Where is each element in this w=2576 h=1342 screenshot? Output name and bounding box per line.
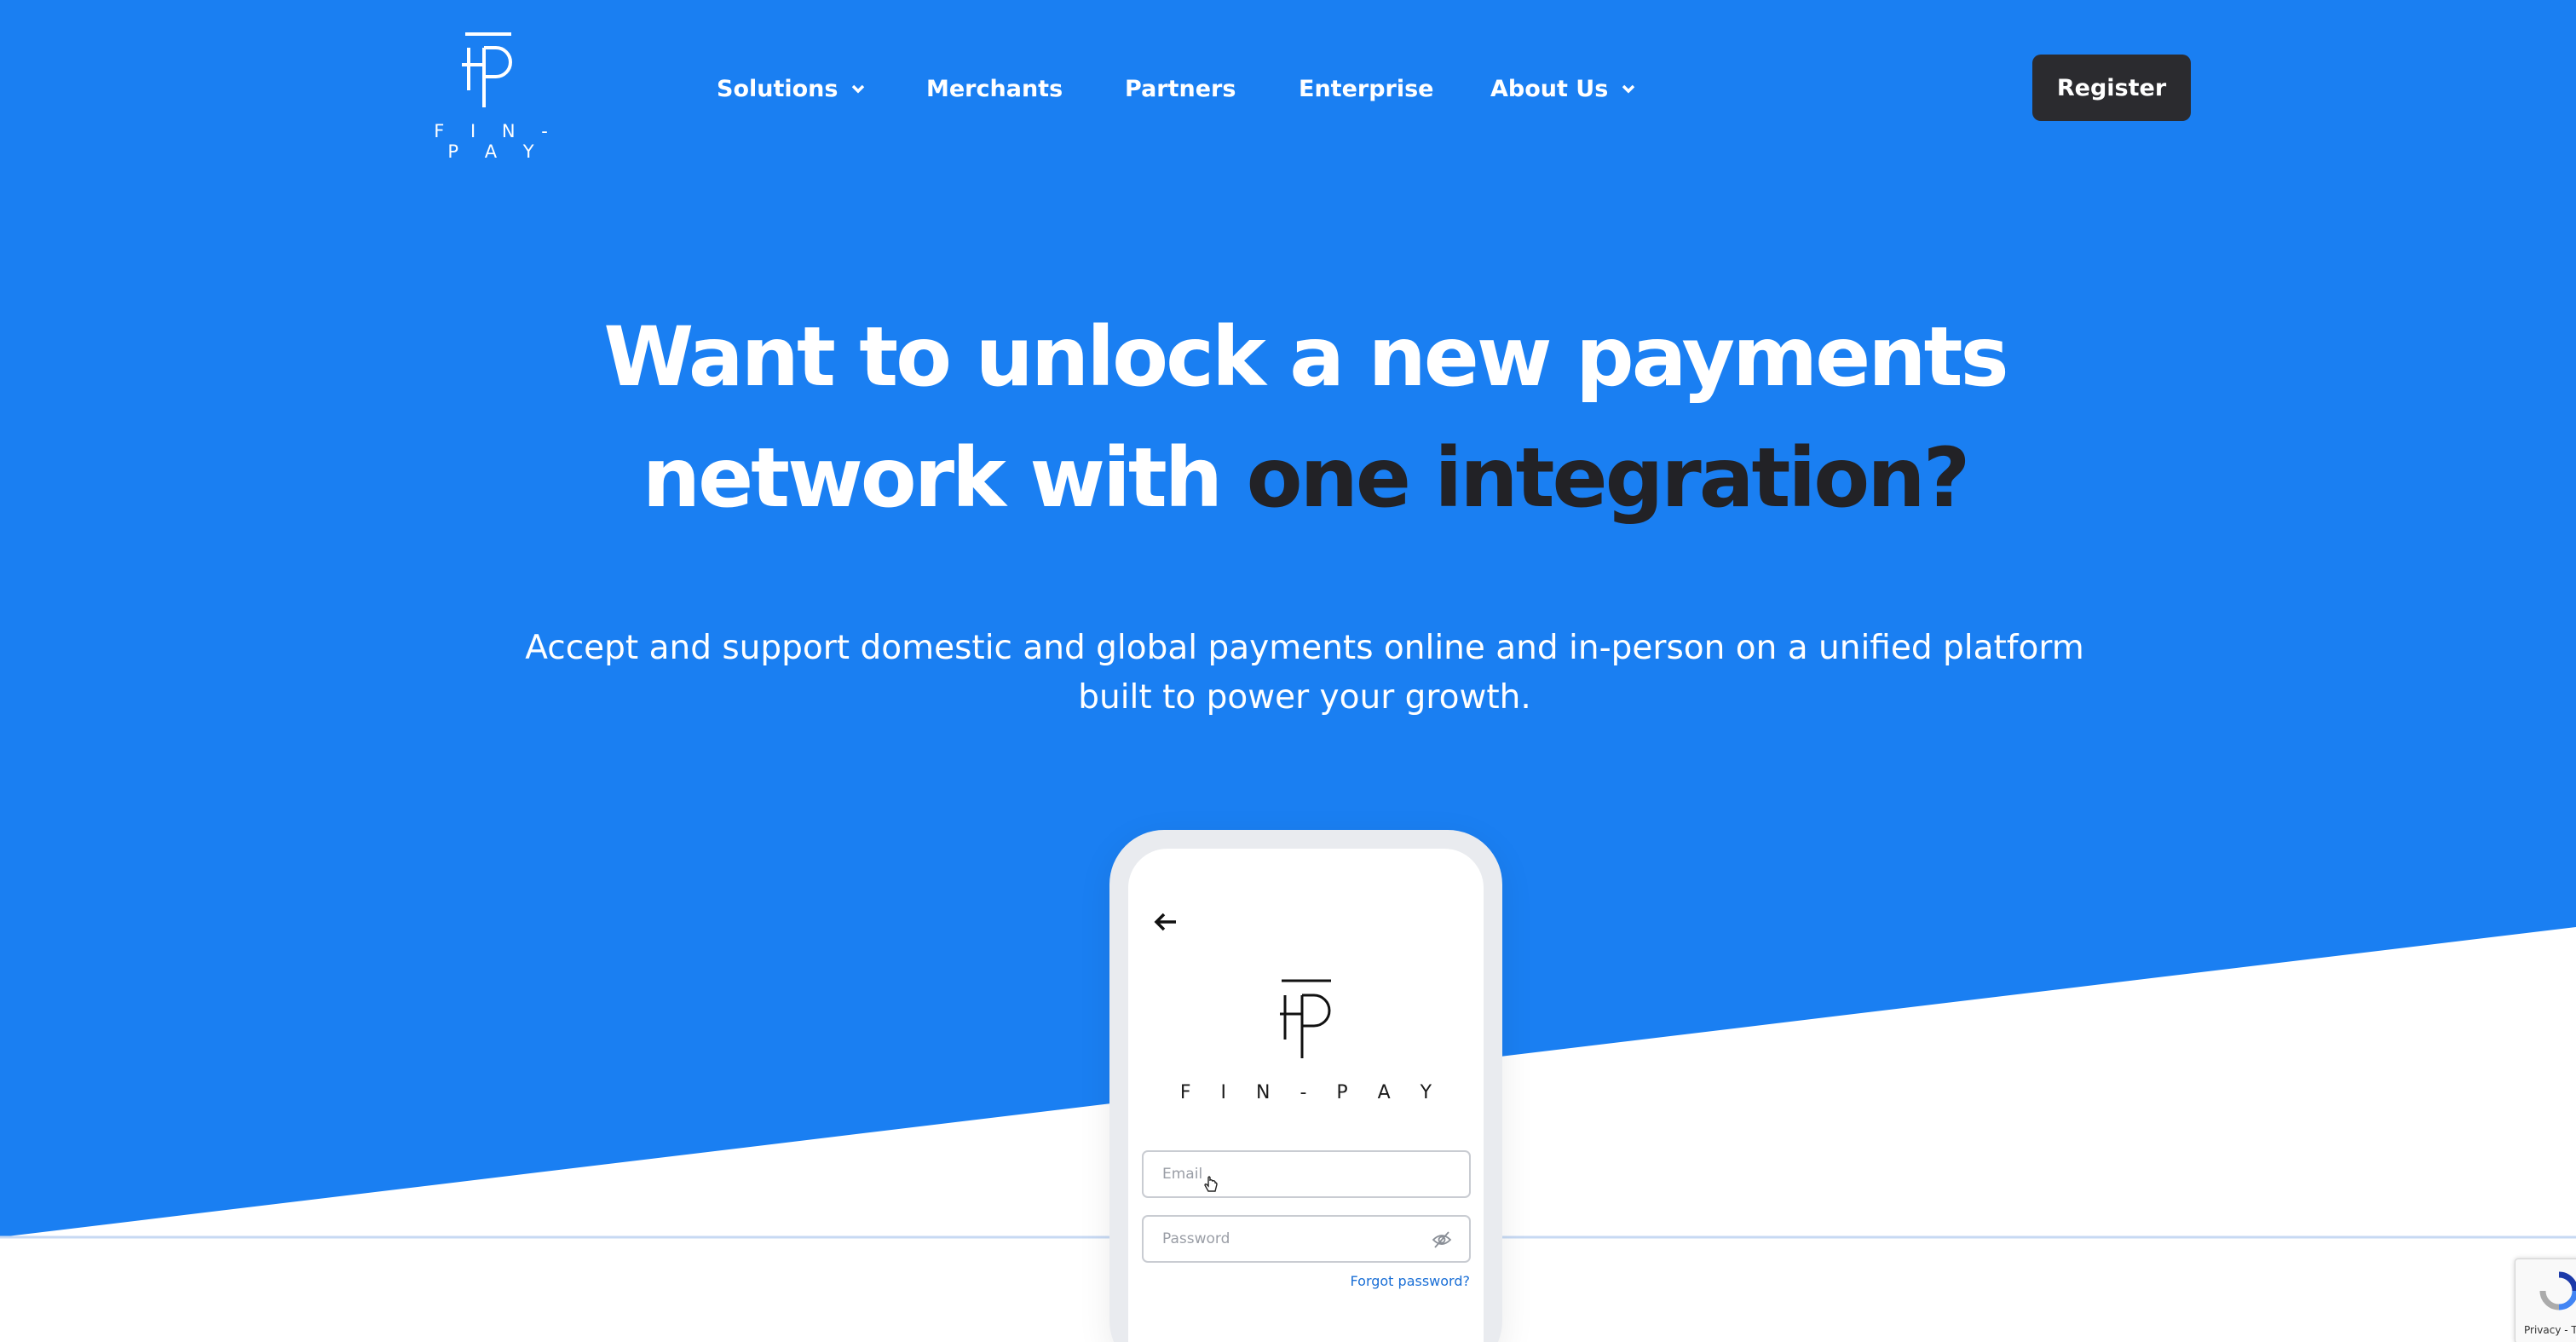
recaptcha-icon	[2539, 1271, 2576, 1310]
recaptcha-label[interactable]: Privacy - T	[2524, 1324, 2576, 1336]
nav-item-label: Solutions	[717, 75, 838, 102]
hero-subtext-line1: Accept and support domestic and global p…	[525, 629, 2084, 667]
hero-headline-highlight: one integration?	[1246, 430, 1971, 526]
email-placeholder: Email	[1162, 1166, 1203, 1183]
hero-headline: Want to unlock a new payments network wi…	[0, 297, 2576, 539]
hero-headline-line2: network with one integration?	[0, 418, 2576, 539]
hero-subtext-line2: built to power your growth.	[1078, 678, 1531, 717]
phone-mockup: F I N - P A Y Email Password Forgot pass…	[1109, 830, 1502, 1342]
app-logo: F I N - P A Y	[1128, 978, 1484, 1106]
hero-subtext: Accept and support domestic and global p…	[477, 624, 2132, 723]
fp-logo-icon	[1280, 979, 1331, 1058]
chevron-down-icon	[852, 84, 865, 94]
email-field[interactable]: Email	[1142, 1150, 1471, 1198]
nav-item-partners[interactable]: Partners	[1125, 72, 1236, 106]
back-arrow-icon[interactable]	[1154, 912, 1178, 932]
brand-logo-text: F I N - P A Y	[434, 121, 558, 162]
nav-item-about-us[interactable]: About Us	[1490, 72, 1637, 106]
hero-headline-line1: Want to unlock a new payments	[603, 309, 2008, 405]
recaptcha-badge[interactable]: Privacy - T	[2515, 1258, 2576, 1342]
nav-item-label: Merchants	[926, 75, 1063, 102]
hand-cursor-icon	[1204, 1176, 1218, 1192]
password-placeholder: Password	[1162, 1230, 1230, 1247]
password-field[interactable]: Password	[1142, 1215, 1471, 1263]
eye-slash-icon[interactable]	[1432, 1230, 1452, 1249]
hero-headline-text: network with	[642, 430, 1247, 526]
nav-item-label: Enterprise	[1299, 75, 1434, 102]
app-logo-text: F I N - P A Y	[1179, 1082, 1444, 1103]
nav-item-label: Partners	[1125, 75, 1236, 102]
forgot-password-link[interactable]: Forgot password?	[1351, 1273, 1470, 1289]
nav-item-label: About Us	[1490, 75, 1609, 102]
fp-logo-icon	[462, 32, 512, 107]
nav-item-solutions[interactable]: Solutions	[717, 72, 867, 106]
register-button[interactable]: Register	[2032, 55, 2191, 121]
brand-logo[interactable]: F I N - P A Y	[419, 31, 573, 162]
chevron-down-icon	[1622, 84, 1635, 94]
nav-item-enterprise[interactable]: Enterprise	[1299, 72, 1433, 106]
nav-item-merchants[interactable]: Merchants	[926, 72, 1063, 106]
phone-screen: F I N - P A Y Email Password Forgot pass…	[1128, 849, 1484, 1342]
